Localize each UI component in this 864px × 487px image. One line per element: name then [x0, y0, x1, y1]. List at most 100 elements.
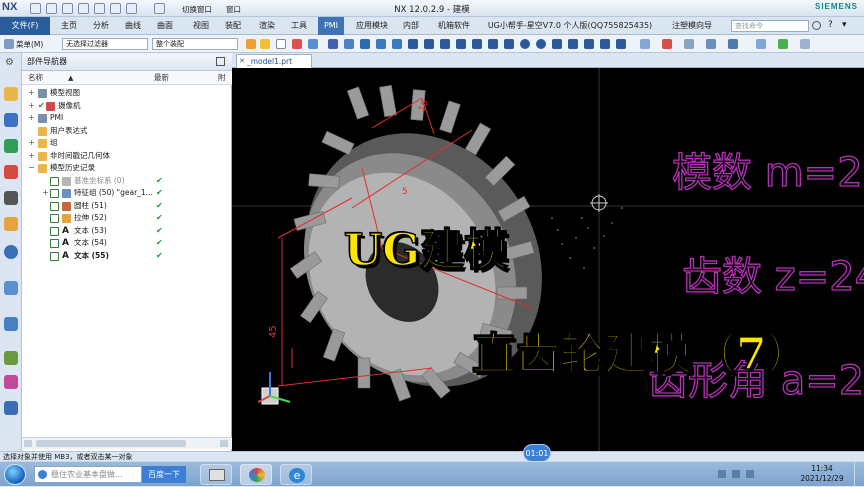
work-view-icon[interactable] [800, 39, 810, 49]
layer-icon[interactable] [778, 39, 788, 49]
snap-tangent-icon[interactable] [504, 39, 514, 49]
snap-center-icon[interactable] [408, 39, 418, 49]
roles-icon[interactable] [4, 351, 18, 365]
taskbar-app-nx[interactable] [240, 464, 272, 485]
tab-file[interactable]: 文件(F) [0, 17, 50, 35]
scroll-right-icon[interactable] [220, 440, 228, 447]
tree-row-groups[interactable]: + 组 [22, 137, 232, 150]
tab-mold-wizard[interactable]: 注塑模向导 [668, 17, 716, 35]
snap-existing-icon[interactable] [440, 39, 450, 49]
tab-assembly[interactable]: 装配 [220, 17, 246, 35]
snap-bounded-icon[interactable] [488, 39, 498, 49]
view-orient-icon[interactable] [728, 39, 738, 49]
show-desktop-button[interactable] [854, 462, 864, 487]
view-zoom-icon[interactable] [662, 39, 672, 49]
command-search-input[interactable]: 查找命令 [731, 20, 809, 32]
expand-icon[interactable]: + [28, 112, 35, 125]
taskbar-app-recorder[interactable] [200, 464, 232, 485]
settings-gear-icon[interactable]: ⚙ [5, 57, 14, 68]
constraint-navigator-icon[interactable] [4, 113, 18, 127]
taskbar-app-ie[interactable]: e [280, 464, 312, 485]
tab-home[interactable]: 主页 [56, 17, 82, 35]
system-clock[interactable]: 11:34 2021/12/29 [792, 464, 852, 484]
manufacturing-wizard-icon[interactable] [4, 375, 18, 389]
tree-row-model-views[interactable]: + 模型视图 [22, 87, 232, 100]
checkbox-icon[interactable] [50, 189, 59, 198]
tree-row-model-history[interactable]: − 模型历史记录 [22, 162, 232, 175]
system-materials-icon[interactable] [4, 281, 18, 295]
maximize-panel-icon[interactable] [216, 57, 225, 66]
taskbar-search-input[interactable]: 稳住农业基本盘做... [34, 466, 142, 483]
snap-end-icon[interactable] [344, 39, 354, 49]
tree-row-datum-csys[interactable]: 基准坐标系 (0) ✔ [22, 175, 232, 188]
tab-curve[interactable]: 曲线 [120, 17, 146, 35]
tab-render[interactable]: 渲染 [254, 17, 280, 35]
snap-face-icon[interactable] [472, 39, 482, 49]
tree-row-pmi[interactable]: + PMI [22, 112, 232, 125]
view-pan-icon[interactable] [706, 39, 716, 49]
tab-tools[interactable]: 工具 [286, 17, 312, 35]
tree-row-text-53[interactable]: A 文本 (53) ✔ [22, 225, 232, 238]
tree-row-unused-geometry[interactable]: + 非时间戳记几何体 [22, 150, 232, 163]
expand-icon[interactable]: + [28, 150, 35, 163]
network-icon[interactable] [732, 470, 740, 478]
tab-surface[interactable]: 曲面 [152, 17, 178, 35]
snap-cross-icon[interactable] [552, 39, 562, 49]
palette-icon[interactable] [4, 401, 18, 415]
view-rotate-icon[interactable] [684, 39, 694, 49]
snap-intersect-icon[interactable] [392, 39, 402, 49]
snap-control-icon[interactable] [376, 39, 386, 49]
snap-arc-center-icon[interactable] [520, 39, 530, 49]
checkbox-icon[interactable] [50, 176, 59, 186]
process-studio-icon[interactable] [4, 317, 18, 331]
assembly-scope-dropdown[interactable]: 整个装配 [152, 38, 238, 50]
snap-circle-icon[interactable] [536, 39, 546, 49]
hd3d-tools-icon[interactable] [4, 191, 18, 205]
help-icon[interactable]: ? [828, 20, 833, 30]
point-icon[interactable] [308, 39, 318, 49]
document-tab[interactable]: ✕ _model1.prt [236, 54, 312, 68]
search-icon[interactable] [812, 21, 821, 30]
baidu-search-button[interactable]: 百度一下 [142, 466, 186, 483]
checkbox-icon[interactable] [50, 251, 59, 261]
tree-row-feature-group[interactable]: + 特征组 (50) "gear_1... ✔ [22, 187, 232, 200]
snap-point-icon[interactable] [328, 39, 338, 49]
snap-plus-icon[interactable] [584, 39, 594, 49]
volume-icon[interactable] [746, 470, 754, 478]
reuse-library-icon[interactable] [4, 165, 18, 179]
deselect-icon[interactable] [276, 39, 286, 49]
tab-pmi[interactable]: PMI [318, 17, 344, 35]
collapse-icon[interactable]: − [28, 162, 35, 175]
column-header-name[interactable]: 名称 [28, 71, 43, 85]
scrollbar-thumb[interactable] [36, 440, 186, 447]
tab-application[interactable]: 应用模块 [350, 17, 394, 35]
tab-view[interactable]: 视图 [188, 17, 214, 35]
close-tab-icon[interactable]: ✕ [239, 55, 245, 68]
snap-diag-icon[interactable] [600, 39, 610, 49]
web-browser-icon[interactable] [4, 217, 18, 231]
snap-quadrant-icon[interactable] [424, 39, 434, 49]
tree-row-extrude[interactable]: 拉伸 (52) ✔ [22, 212, 232, 225]
part-navigator-icon[interactable] [4, 139, 18, 153]
navigator-horizontal-scrollbar[interactable] [22, 437, 232, 449]
view-fit-icon[interactable] [640, 39, 650, 49]
tray-icon[interactable] [718, 470, 726, 478]
render-style-icon[interactable] [756, 39, 766, 49]
expand-icon[interactable]: + [28, 100, 35, 113]
tree-row-cylinder[interactable]: 圆柱 (51) ✔ [22, 200, 232, 213]
column-header-latest[interactable]: 最新 [154, 71, 169, 85]
history-icon[interactable] [4, 245, 18, 259]
start-button[interactable] [4, 464, 26, 485]
tree-row-text-54[interactable]: A 文本 (54) ✔ [22, 237, 232, 250]
checkbox-icon[interactable] [50, 239, 59, 248]
expand-icon[interactable]: + [42, 187, 49, 200]
graphics-window[interactable]: 16 5 45 模数 m=2.5 齿数 z=24 齿形角 a=20 UG建模 直… [232, 68, 864, 451]
tab-analysis[interactable]: 分析 [88, 17, 114, 35]
tab-chassis[interactable]: 机箱软件 [434, 17, 474, 35]
snap-icon[interactable] [292, 39, 302, 49]
select-icon[interactable] [246, 39, 256, 49]
menu-button[interactable]: 菜单(M) [16, 39, 43, 50]
scroll-left-icon[interactable] [24, 440, 32, 447]
tab-internal[interactable]: 内部 [398, 17, 424, 35]
expand-icon[interactable]: + [28, 137, 35, 150]
